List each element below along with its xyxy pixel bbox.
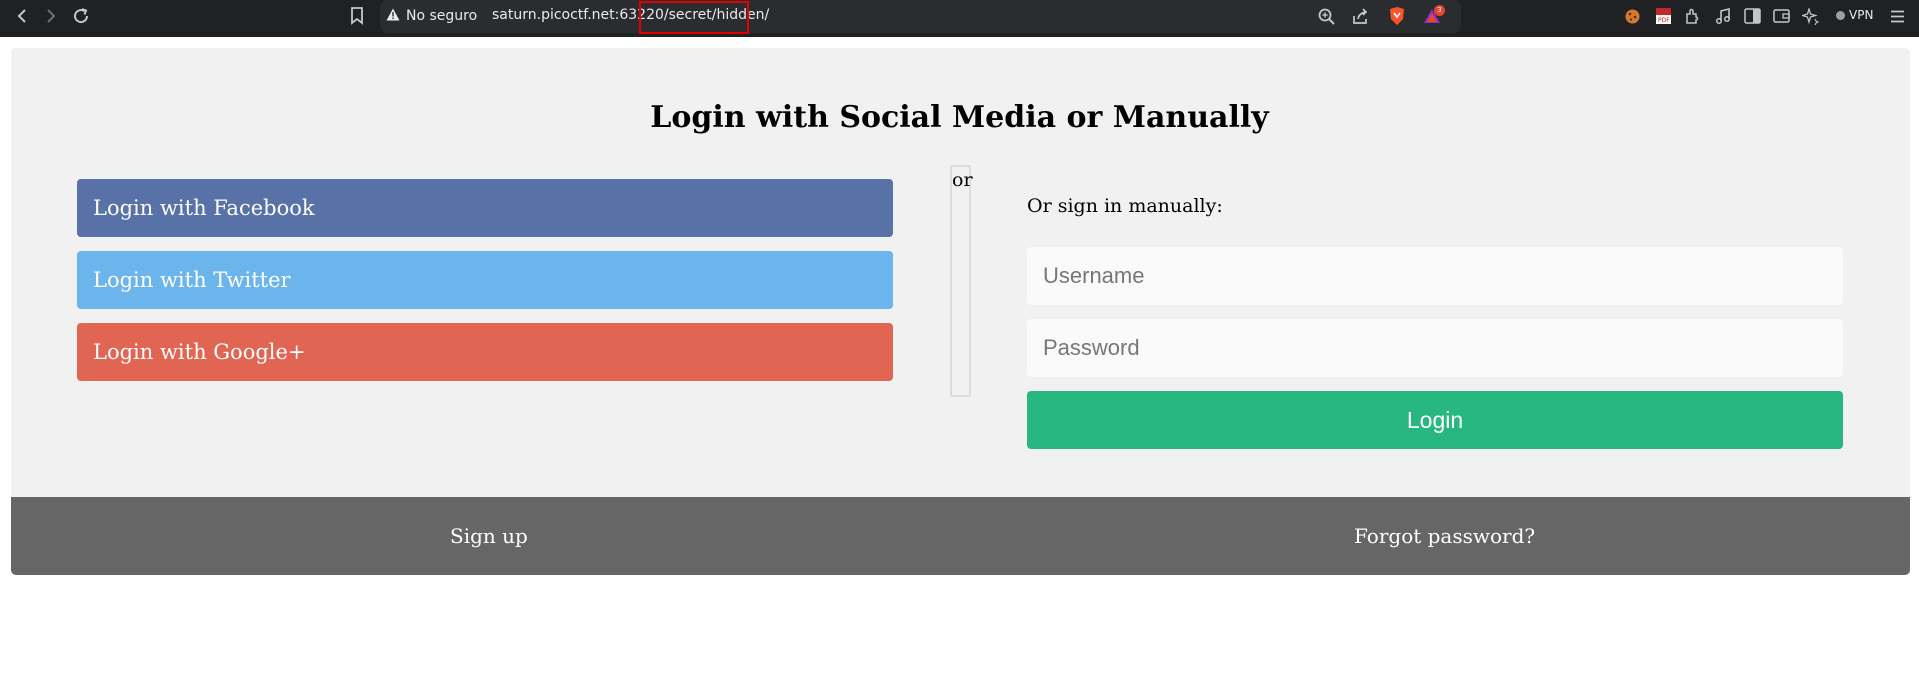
forgot-password-link[interactable]: Forgot password? — [1354, 524, 1535, 548]
brave-shield-icon[interactable] — [1386, 5, 1408, 27]
wallet-icon[interactable] — [1770, 5, 1792, 27]
leo-ai-icon[interactable] — [1799, 5, 1821, 27]
media-icon[interactable] — [1712, 5, 1734, 27]
back-icon[interactable] — [12, 6, 32, 26]
or-text: or — [952, 169, 973, 191]
vpn-button[interactable]: VPN — [1836, 8, 1873, 22]
browser-toolbar: No seguro saturn.picoctf.net:63220/secre… — [0, 0, 1919, 37]
warning-icon — [386, 8, 400, 25]
username-input[interactable] — [1027, 247, 1843, 305]
share-icon[interactable] — [1350, 6, 1370, 26]
manual-signin-label: Or sign in manually: — [1027, 195, 1223, 217]
login-button[interactable]: Login — [1027, 391, 1843, 449]
bookmark-icon[interactable] — [347, 6, 367, 26]
password-input[interactable] — [1027, 319, 1843, 377]
security-label: No seguro — [406, 8, 478, 24]
notification-badge: 3 — [1434, 5, 1445, 16]
facebook-login-button[interactable]: Login with Facebook — [77, 179, 893, 237]
vpn-label: VPN — [1849, 8, 1874, 22]
svg-text:PDF: PDF — [1658, 17, 1670, 24]
highlight-box — [639, 1, 749, 34]
sidebar-icon[interactable] — [1741, 5, 1763, 27]
vpn-status-icon — [1836, 10, 1845, 20]
security-indicator[interactable]: No seguro — [386, 6, 477, 26]
zoom-icon[interactable] — [1316, 6, 1336, 26]
menu-icon[interactable] — [1886, 5, 1908, 27]
signup-link[interactable]: Sign up — [450, 524, 528, 548]
reload-icon[interactable] — [70, 5, 92, 27]
cookie-extension-icon[interactable] — [1621, 5, 1643, 27]
footer-bar: Sign up Forgot password? — [11, 497, 1910, 575]
extensions-icon[interactable] — [1681, 5, 1703, 27]
page-title: Login with Social Media or Manually — [650, 100, 1269, 135]
brave-rewards-icon[interactable]: 3 — [1419, 4, 1445, 28]
google-login-button[interactable]: Login with Google+ — [77, 323, 893, 381]
or-divider: or — [950, 165, 973, 397]
pdf-extension-icon[interactable]: PDF — [1652, 5, 1674, 27]
forward-icon[interactable] — [41, 6, 61, 26]
twitter-login-button[interactable]: Login with Twitter — [77, 251, 893, 309]
